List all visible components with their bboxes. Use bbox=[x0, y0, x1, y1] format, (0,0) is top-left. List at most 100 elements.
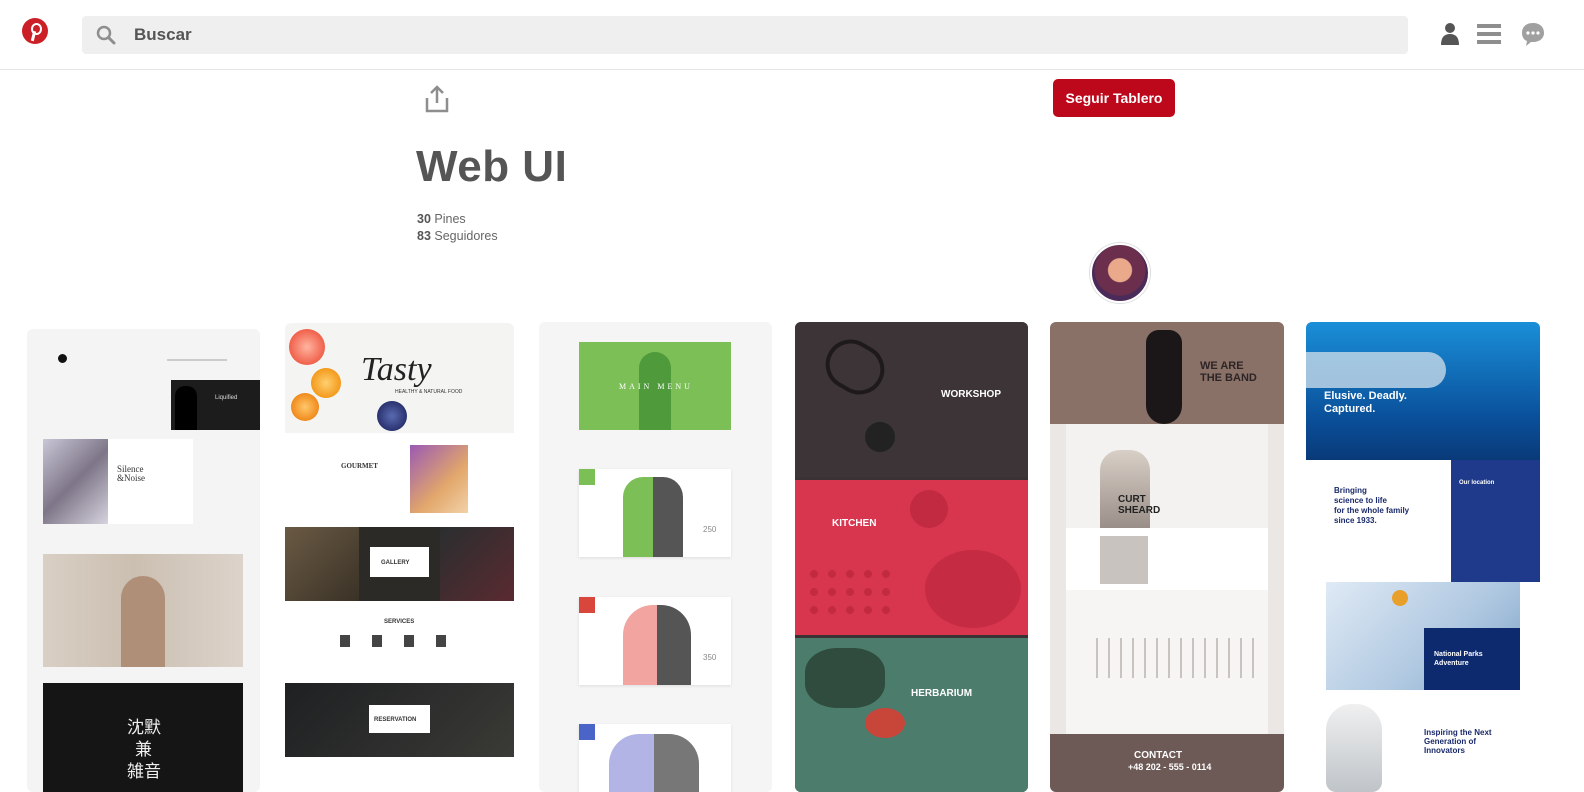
lion-card: 350 bbox=[579, 597, 731, 685]
climber-figure bbox=[1392, 590, 1408, 606]
silence-title: Silence &Noise bbox=[117, 464, 145, 483]
figure-photo bbox=[43, 439, 108, 524]
contact-phone: +48 202 - 555 - 0114 bbox=[1128, 762, 1212, 772]
dot-decoration bbox=[58, 354, 67, 363]
berries-image bbox=[805, 565, 895, 615]
robot-title: Inspiring the Next Generation of Innovat… bbox=[1424, 728, 1492, 755]
bottle-shape bbox=[175, 386, 197, 430]
messages-icon[interactable] bbox=[1520, 21, 1546, 47]
tasty-hero: Tasty HEALTHY & NATURAL FOOD bbox=[285, 323, 514, 433]
reservation-banner: RESERVATION bbox=[285, 683, 514, 757]
silence-card: Silence &Noise bbox=[43, 439, 193, 524]
artist-photo bbox=[1100, 450, 1150, 528]
elephant-card bbox=[579, 724, 731, 792]
grapefruit-image bbox=[289, 329, 325, 365]
reservation-title: RESERVATION bbox=[374, 717, 417, 723]
kitchen-panel: KITCHEN bbox=[795, 480, 1028, 635]
menu-icon[interactable] bbox=[1476, 21, 1502, 47]
location-title: Our location bbox=[1459, 480, 1495, 486]
pins-stat[interactable]: 30 Pines bbox=[417, 211, 498, 228]
location-block: Our location bbox=[1451, 460, 1540, 582]
pin-card-2[interactable]: Tasty HEALTHY & NATURAL FOOD GOURMET GAL… bbox=[285, 323, 514, 792]
pliers-image bbox=[816, 330, 894, 404]
pin-card-5[interactable]: WE ARE THE BAND CURT SHEARD CONTACT +48 … bbox=[1050, 322, 1284, 792]
reservation-card: RESERVATION bbox=[369, 705, 430, 733]
liquified-label: Liquified bbox=[215, 395, 238, 401]
pin-card-6[interactable]: Elusive. Deadly. Captured. Bringing scie… bbox=[1306, 322, 1540, 792]
main-menu-title: MAIN MENU bbox=[619, 382, 693, 391]
search-input[interactable] bbox=[134, 21, 1334, 49]
antelope-silhouette bbox=[639, 352, 671, 430]
food-gallery: GALLERY bbox=[285, 527, 514, 601]
pin-card-3[interactable]: MAIN MENU 250 350 bbox=[539, 322, 772, 792]
gallery-card: GALLERY bbox=[370, 547, 429, 577]
cup-image bbox=[910, 490, 948, 528]
robot-image bbox=[1326, 704, 1382, 792]
workshop-panel: WORKSHOP bbox=[795, 322, 1028, 477]
price-350: 350 bbox=[703, 653, 717, 662]
tour-dates bbox=[1096, 638, 1256, 678]
pinterest-logo[interactable] bbox=[22, 18, 48, 44]
artist-name: CURT SHEARD bbox=[1118, 494, 1161, 516]
tasty-brand: Tasty bbox=[361, 351, 432, 388]
share-icon[interactable] bbox=[424, 84, 450, 114]
artist-panel: CURT SHEARD bbox=[1066, 424, 1268, 528]
elephant-image bbox=[609, 734, 699, 792]
nav-line bbox=[167, 359, 227, 361]
orange-image-2 bbox=[291, 393, 319, 421]
contact-panel: CONTACT +48 202 - 555 - 0114 bbox=[1050, 734, 1284, 792]
price-250: 250 bbox=[703, 525, 717, 534]
science-text: Bringing science to life for the whole f… bbox=[1334, 486, 1410, 525]
band-title: WE ARE THE BAND bbox=[1200, 360, 1257, 384]
guitar-image bbox=[1146, 330, 1182, 424]
kanji-line-3: 雑音 bbox=[127, 762, 161, 781]
board-owner-avatar[interactable] bbox=[1090, 243, 1150, 303]
followers-label: Seguidores bbox=[434, 229, 498, 243]
herbarium-title: HERBARIUM bbox=[911, 688, 973, 699]
parks-card: National Parks Adventure bbox=[1424, 628, 1520, 690]
tool-image bbox=[865, 422, 895, 452]
museum-panel: Bringing science to life for the whole f… bbox=[1306, 460, 1540, 582]
pin-card-1[interactable]: Liquified Silence &Noise 沈默 兼 雑音 bbox=[27, 329, 260, 792]
blueberries-image bbox=[377, 401, 407, 431]
main-menu-panel: MAIN MENU bbox=[579, 342, 731, 430]
search-icon bbox=[96, 25, 116, 45]
search-bar[interactable] bbox=[82, 16, 1408, 54]
pin-card-4[interactable]: WORKSHOP KITCHEN HERBARIUM bbox=[795, 322, 1028, 792]
gourmet-photo bbox=[410, 445, 468, 513]
pins-count: 30 bbox=[417, 212, 431, 226]
band-hero: WE ARE THE BAND bbox=[1050, 322, 1284, 424]
robot-panel: Inspiring the Next Generation of Innovat… bbox=[1306, 702, 1540, 792]
workshop-title: WORKSHOP bbox=[941, 389, 1001, 400]
blue-tab bbox=[579, 724, 595, 740]
discography-panel bbox=[1066, 590, 1268, 734]
follow-board-button[interactable]: Seguir Tablero bbox=[1053, 79, 1175, 117]
kitchen-title: KITCHEN bbox=[832, 518, 877, 529]
orange-image bbox=[311, 368, 341, 398]
service-icons bbox=[340, 635, 460, 647]
antelope-card: 250 bbox=[579, 469, 731, 557]
contact-title: CONTACT bbox=[1134, 750, 1183, 761]
back-portrait bbox=[43, 554, 243, 667]
services-title: SERVICES bbox=[384, 619, 415, 625]
board-stats: 30 Pines 83 Seguidores bbox=[417, 211, 498, 245]
climber-panel: National Parks Adventure bbox=[1326, 582, 1520, 690]
album-cover bbox=[1100, 536, 1148, 584]
gourmet-title: GOURMET bbox=[341, 462, 378, 470]
followers-stat[interactable]: 83 Seguidores bbox=[417, 228, 498, 245]
gallery-title: GALLERY bbox=[381, 560, 410, 566]
submarine-hero: Elusive. Deadly. Captured. bbox=[1306, 322, 1540, 460]
tasty-tagline: HEALTHY & NATURAL FOOD bbox=[395, 389, 463, 395]
green-tab bbox=[579, 469, 595, 485]
profile-icon[interactable] bbox=[1437, 21, 1463, 47]
herbarium-panel: HERBARIUM bbox=[795, 638, 1028, 792]
now-playing bbox=[1066, 528, 1268, 590]
berries-red bbox=[865, 708, 905, 738]
food-photo-3 bbox=[440, 527, 514, 601]
top-bar bbox=[0, 0, 1584, 70]
kanji-panel: 沈默 兼 雑音 bbox=[43, 683, 243, 792]
plate-image bbox=[925, 550, 1021, 628]
food-photo-1 bbox=[285, 527, 359, 601]
leaves-image bbox=[805, 648, 885, 708]
pins-label: Pines bbox=[434, 212, 466, 226]
